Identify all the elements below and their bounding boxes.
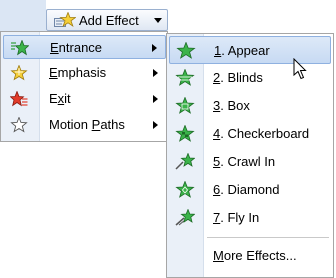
fly-in-star-icon: [175, 209, 195, 226]
blinds-star-icon: [175, 69, 195, 86]
yellow-star-icon: [10, 65, 28, 81]
menu-item-entrance[interactable]: Entrance: [3, 35, 166, 59]
menu-item-emphasis[interactable]: Emphasis: [3, 61, 166, 85]
submenu-arrow-icon: [153, 95, 158, 103]
crawl-in-star-icon: [175, 153, 195, 170]
menu-item-label: Emphasis: [49, 65, 107, 80]
outline-star-icon: [10, 117, 28, 133]
entrance-submenu: 1. Appear 2. Blinds 3. Box 4. Checkerboa…: [166, 33, 334, 278]
mouse-cursor-icon: [293, 57, 307, 83]
submenu-item-label: 2. Blinds: [213, 70, 263, 85]
red-star-icon: [10, 91, 28, 107]
appear-star-icon: [176, 42, 196, 59]
diamond-star-icon: [175, 181, 195, 198]
checkerboard-star-icon: [175, 125, 195, 142]
submenu-item-label: 7. Fly In: [213, 210, 260, 225]
effect-type-menu: Entrance Emphasis Exit Motion Paths: [0, 31, 168, 142]
star-add-icon: [54, 12, 76, 28]
submenu-arrow-icon: [153, 69, 158, 77]
submenu-item-checkerboard[interactable]: 4. Checkerboard: [169, 120, 331, 148]
submenu-item-label: More Effects...: [213, 248, 297, 263]
submenu-item-fly-in[interactable]: 7. Fly In: [169, 204, 331, 232]
menu-item-label: Entrance: [50, 40, 103, 55]
submenu-item-more-effects[interactable]: More Effects...: [169, 242, 331, 270]
submenu-item-label: 4. Checkerboard: [213, 126, 310, 141]
dropdown-arrow-icon: [154, 18, 162, 23]
submenu-item-label: 1. Appear: [214, 43, 270, 58]
box-star-icon: [175, 97, 195, 114]
submenu-item-label: 5. Crawl In: [213, 154, 276, 169]
add-effect-label: Add Effect: [79, 13, 139, 28]
submenu-item-label: 6. Diamond: [213, 182, 280, 197]
menu-item-label: Motion Paths: [49, 117, 125, 132]
green-star-icon: [11, 40, 29, 56]
menu-item-exit[interactable]: Exit: [3, 87, 166, 111]
submenu-item-diamond[interactable]: 6. Diamond: [169, 176, 331, 204]
submenu-item-crawl-in[interactable]: 5. Crawl In: [169, 148, 331, 176]
menu-item-motion-paths[interactable]: Motion Paths: [3, 113, 166, 137]
menu-separator: [207, 237, 329, 238]
submenu-item-label: 3. Box: [213, 98, 250, 113]
menu-item-label: Exit: [49, 91, 71, 106]
submenu-arrow-icon: [152, 44, 157, 52]
submenu-arrow-icon: [153, 121, 158, 129]
submenu-item-box[interactable]: 3. Box: [169, 92, 331, 120]
add-effect-button[interactable]: Add Effect: [46, 9, 168, 31]
